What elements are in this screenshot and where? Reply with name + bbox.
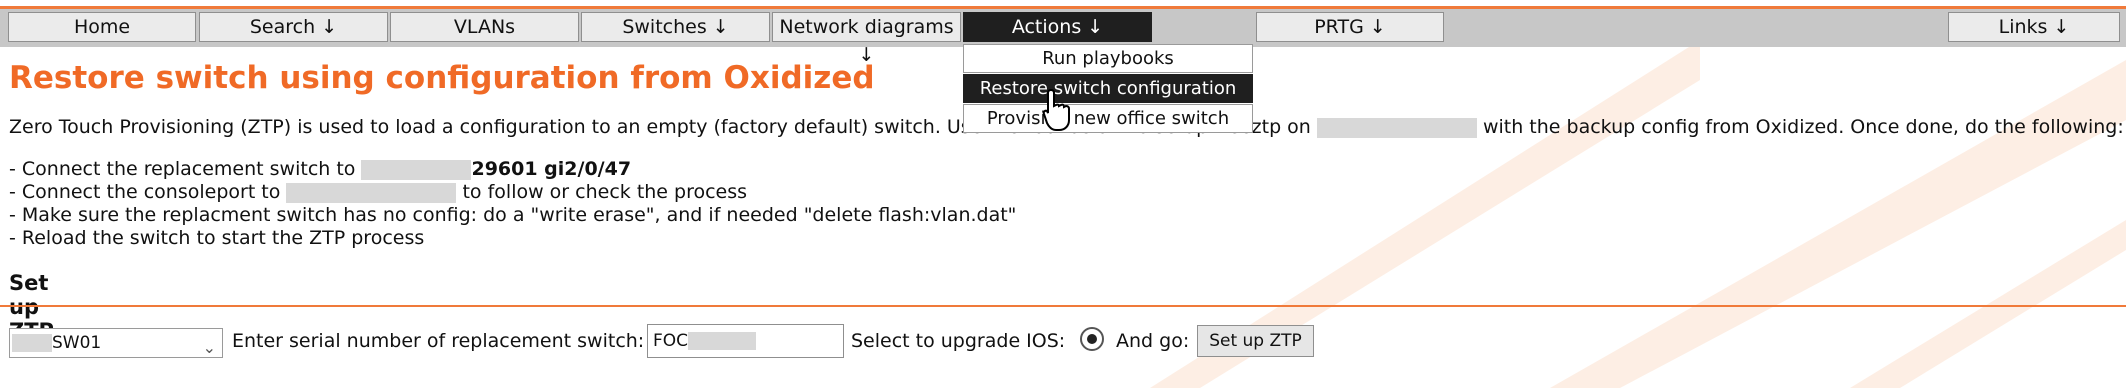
- serial-label: Enter serial number of replacement switc…: [232, 330, 645, 352]
- switch-select-value: SW01: [52, 333, 102, 353]
- nav-search[interactable]: Search ↓: [199, 12, 388, 42]
- serial-number-value: FOC: [653, 331, 689, 351]
- chevron-down-icon: ⌄: [202, 338, 216, 357]
- redacted-serial: [688, 332, 757, 350]
- page-title: Restore switch using configuration from …: [9, 60, 875, 96]
- menu-item-run-playbooks[interactable]: Run playbooks: [963, 44, 1253, 73]
- step-clear-config: - Make sure the replacment switch has no…: [9, 204, 1017, 226]
- upgrade-ios-label: Select to upgrade IOS:: [851, 330, 1066, 352]
- step-1-port: 29601 gi2/0/47: [471, 158, 632, 180]
- top-accent-rule: [0, 0, 2126, 9]
- nav-home[interactable]: Home: [8, 12, 196, 42]
- step-connect-console: - Connect the consoleport to to follow o…: [9, 181, 1016, 204]
- nav-switches[interactable]: Switches ↓: [581, 12, 770, 42]
- step-2-text-end: to follow or check the process: [462, 181, 748, 203]
- actions-dropdown-menu: Run playbooks Restore switch configurati…: [963, 44, 1253, 134]
- serial-number-input[interactable]: FOC: [647, 324, 844, 358]
- nav-actions[interactable]: Actions ↓: [963, 12, 1152, 42]
- setup-ztp-button[interactable]: Set up ZTP: [1197, 325, 1314, 357]
- redacted-switch-name: [361, 159, 472, 180]
- step-connect-switch: - Connect the replacement switch to 2960…: [9, 158, 1016, 181]
- section-divider: [0, 305, 2126, 307]
- step-1-text: - Connect the replacement switch to: [9, 158, 356, 180]
- redacted-site-prefix: [12, 334, 52, 352]
- nav-prtg[interactable]: PRTG ↓: [1256, 12, 1444, 42]
- instructions-list: - Connect the replacement switch to 2960…: [9, 158, 1016, 250]
- nav-vlans[interactable]: VLANs: [390, 12, 579, 42]
- switch-select[interactable]: SW01 ⌄: [9, 328, 223, 358]
- nav-network-diagrams[interactable]: Network diagrams ↓: [772, 12, 961, 66]
- main-navbar: Home Search ↓ VLANs Switches ↓ Network d…: [0, 9, 2126, 66]
- intro-text-part-2: with the backup config from Oxidized. On…: [1482, 116, 2124, 138]
- upgrade-ios-radio[interactable]: [1080, 327, 1104, 351]
- step-2-text: - Connect the consoleport to: [9, 181, 281, 203]
- nav-links[interactable]: Links ↓: [1948, 12, 2120, 42]
- menu-item-provision-new-office-switch[interactable]: Provision new office switch: [963, 104, 1253, 133]
- hand-pointer-cursor-icon: [1042, 88, 1070, 131]
- menu-item-restore-switch-configuration[interactable]: Restore switch configuration: [963, 74, 1253, 103]
- step-reload: - Reload the switch to start the ZTP pro…: [9, 227, 425, 249]
- redacted-hostname: [1316, 117, 1477, 138]
- redacted-console-host: [286, 182, 457, 203]
- go-label: And go:: [1116, 330, 1190, 352]
